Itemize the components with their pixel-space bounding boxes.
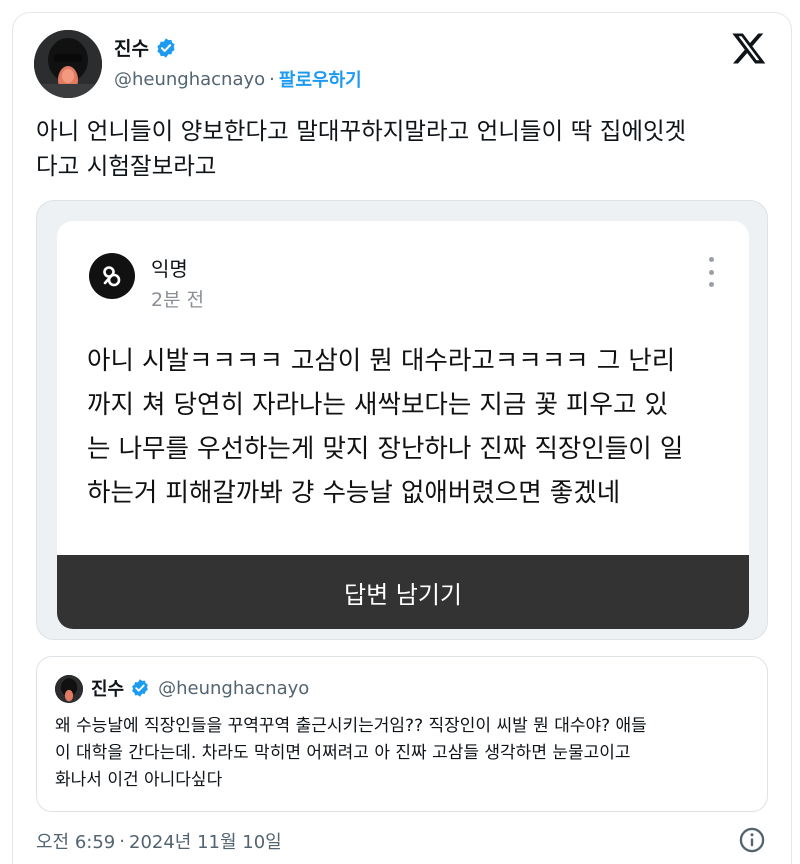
verified-badge-icon bbox=[157, 37, 175, 58]
reply-button: 답변 남기기 bbox=[57, 555, 749, 629]
author-avatar[interactable] bbox=[34, 30, 102, 98]
tweet-text-line: 다고 시험잘보라고 bbox=[36, 152, 217, 180]
info-icon[interactable] bbox=[738, 826, 766, 854]
anonymous-post-card: 익명 2분 전 아니 시발ㅋㅋㅋㅋ 고삼이 뭔 대수라고ㅋㅋㅋㅋ 그 난리 까지… bbox=[57, 221, 749, 629]
quoted-text-line: 화나서 이건 아니다싶다 bbox=[55, 770, 223, 790]
attached-image[interactable]: 익명 2분 전 아니 시발ㅋㅋㅋㅋ 고삼이 뭔 대수라고ㅋㅋㅋㅋ 그 난리 까지… bbox=[36, 200, 768, 640]
separator-dot: · bbox=[119, 830, 125, 852]
quoted-author-avatar bbox=[55, 675, 83, 703]
author-name[interactable]: 진수 bbox=[114, 34, 149, 61]
separator-dot: · bbox=[269, 68, 275, 90]
verified-badge-icon bbox=[132, 679, 148, 697]
post-body-line: 는 나무를 우선하는게 맞지 장난하나 진짜 직장인들이 일 bbox=[87, 434, 684, 464]
author-handle-row: @heunghacnayo · 팔로우하기 bbox=[114, 66, 362, 92]
quoted-author-handle: @heunghacnayo bbox=[158, 677, 310, 699]
post-body-line: 까지 쳐 당연히 자라나는 새싹보다는 지금 꽃 피우고 있 bbox=[87, 390, 668, 420]
more-vertical-icon bbox=[701, 257, 721, 287]
timestamp-date: 2024년 11월 10일 bbox=[129, 832, 282, 853]
tweet-text-line: 아니 언니들이 양보한다고 말대꾸하지말라고 언니들이 딱 집에잇겟 bbox=[36, 117, 687, 145]
author-handle[interactable]: @heunghacnayo bbox=[114, 69, 265, 90]
author-name-row: 진수 bbox=[114, 34, 177, 61]
quoted-text-line: 이 대학을 간다는데. 차라도 막히면 어쩌려고 아 진짜 고삼들 생각하면 눈… bbox=[55, 743, 631, 763]
quoted-text-line: 왜 수능날에 직장인들을 꾸역꾸역 출근시키는거임?? 직장인이 씨발 뭔 대수… bbox=[55, 716, 647, 736]
post-body-line: 하는거 피해갈까봐 걍 수능날 없애버렸으면 좋겠네 bbox=[87, 478, 621, 508]
timestamp-time: 오전 6:59 bbox=[36, 832, 116, 853]
anonymous-avatar-icon bbox=[89, 253, 135, 299]
anonymous-post-body: 아니 시발ㅋㅋㅋㅋ 고삼이 뭔 대수라고ㅋㅋㅋㅋ 그 난리 까지 쳐 당연히 자… bbox=[87, 339, 727, 515]
quoted-tweet-text: 왜 수능날에 직장인들을 꾸역꾸역 출근시키는거임?? 직장인이 씨발 뭔 대수… bbox=[55, 713, 755, 794]
anonymous-author: 익명 bbox=[151, 257, 188, 281]
quoted-header: 진수 @heunghacnayo bbox=[91, 675, 309, 701]
tweet-timestamp[interactable]: 오전 6:59 · 2024년 11월 10일 bbox=[36, 828, 282, 854]
anonymous-post-time: 2분 전 bbox=[151, 289, 205, 311]
post-body-line: 아니 시발ㅋㅋㅋㅋ 고삼이 뭔 대수라고ㅋㅋㅋㅋ 그 난리 bbox=[87, 346, 676, 376]
follow-button[interactable]: 팔로우하기 bbox=[279, 66, 362, 92]
quoted-author-name: 진수 bbox=[91, 679, 125, 700]
quoted-tweet[interactable]: 진수 @heunghacnayo 왜 수능날에 직장인들을 꾸역꾸역 출근시키는… bbox=[36, 656, 768, 812]
tweet-text: 아니 언니들이 양보한다고 말대꾸하지말라고 언니들이 딱 집에잇겟 다고 시험… bbox=[36, 114, 776, 184]
x-logo-icon[interactable] bbox=[730, 30, 768, 66]
